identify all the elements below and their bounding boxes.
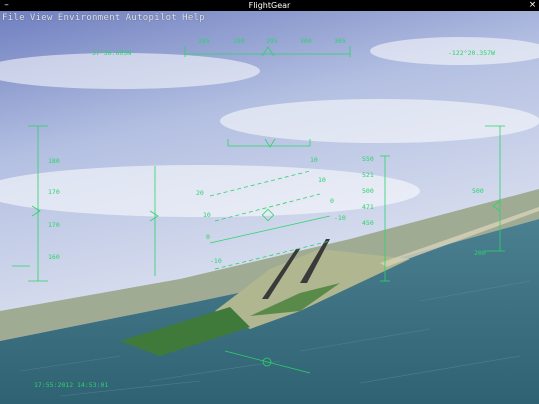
pitch-label: 10 <box>203 211 211 219</box>
altitude-label: 450 <box>362 219 374 227</box>
window-title: FlightGear <box>248 1 291 10</box>
flightgear-window: – FlightGear × File View Environment Aut… <box>0 0 539 404</box>
title-bar: – FlightGear × <box>0 0 539 11</box>
menu-view[interactable]: View <box>30 13 53 23</box>
pitch-label: 20 <box>196 189 204 197</box>
longitude-readout: -122°20.357W <box>448 49 495 57</box>
airspeed-label: 170 <box>48 188 60 196</box>
latitude-readout: 37°36.605N <box>92 49 132 57</box>
menu-autopilot[interactable]: Autopilot <box>126 13 177 23</box>
altitude-label: 500 <box>362 187 374 195</box>
pitch-label: 0 <box>330 197 334 205</box>
heading-label: 305 <box>334 37 346 45</box>
pitch-label: 10 <box>318 176 326 184</box>
airspeed-label: 160 <box>48 253 60 261</box>
right-readout: 500 <box>472 187 484 195</box>
altitude-label: 550 <box>362 155 374 163</box>
pitch-label: 10 <box>310 156 318 164</box>
altitude-label: 471 <box>362 203 374 211</box>
altitude-label: 521 <box>362 171 374 179</box>
heading-label: 300 <box>300 37 312 45</box>
heading-label: 295 <box>266 37 278 45</box>
heading-label: 290 <box>233 37 245 45</box>
airspeed-label: 170 <box>48 221 60 229</box>
menu-help[interactable]: Help <box>182 13 205 23</box>
heading-label: 285 <box>198 37 210 45</box>
pitch-label: -10 <box>334 214 346 222</box>
airspeed-label: 180 <box>48 157 60 165</box>
pitch-label: 0 <box>206 233 210 241</box>
right-readout: 200 <box>474 249 486 257</box>
menu-environment[interactable]: Environment <box>58 13 121 23</box>
menu-bar: File View Environment Autopilot Help <box>2 13 205 23</box>
close-icon[interactable]: × <box>527 0 538 11</box>
hud-overlay <box>12 46 505 374</box>
timestamp: 17:55:2012 14:53:01 <box>34 381 109 389</box>
menu-file[interactable]: File <box>2 13 25 23</box>
flight-scene: File View Environment Autopilot Help 37°… <box>0 11 539 404</box>
pitch-label: -10 <box>210 257 222 265</box>
